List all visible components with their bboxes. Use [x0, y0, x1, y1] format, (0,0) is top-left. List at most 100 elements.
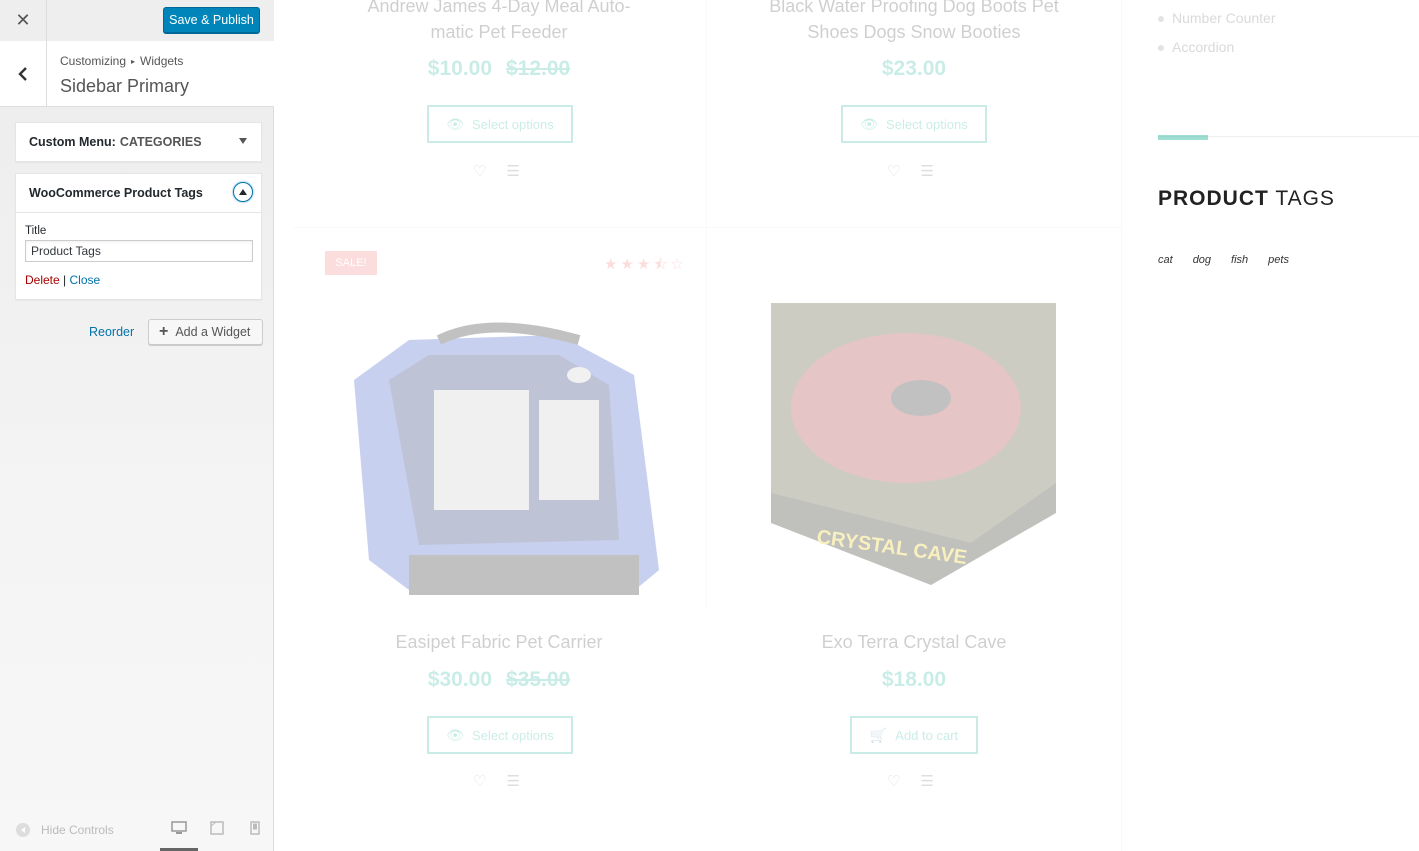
- chevron-left-icon: [18, 66, 27, 81]
- product-title-line: Shoes Dogs Snow Booties: [807, 22, 1021, 42]
- product-title[interactable]: Exo Terra Crystal Cave: [729, 629, 1099, 655]
- widget-name: WooCommerce Product Tags: [29, 186, 203, 200]
- heading-light: TAGS: [1275, 187, 1335, 210]
- sidebar-list-item[interactable]: Accordion: [1158, 39, 1276, 68]
- product-title-line: matic Pet Feeder: [430, 22, 568, 42]
- reorder-link[interactable]: Reorder: [89, 325, 134, 339]
- sale-badge: SALE!: [325, 251, 377, 275]
- customizer-footer: Hide Controls: [0, 808, 274, 851]
- tag-link[interactable]: pets: [1268, 254, 1289, 266]
- compare-icon[interactable]: ☰: [506, 162, 519, 180]
- grid-divider: [294, 227, 1121, 228]
- tag-link[interactable]: dog: [1193, 254, 1211, 266]
- pet-carrier-image[interactable]: [329, 320, 664, 605]
- delete-link[interactable]: Delete: [25, 273, 60, 287]
- compare-icon[interactable]: ☰: [920, 162, 933, 180]
- title-input[interactable]: Product Tags: [25, 240, 253, 262]
- select-options-button[interactable]: 👁 Select options: [841, 105, 987, 143]
- widget-actions: Delete | Close: [25, 273, 252, 287]
- price: $30.00: [427, 668, 492, 691]
- widget-custom-menu[interactable]: Custom Menu: CATEGORIES: [15, 122, 262, 162]
- product-title[interactable]: Easipet Fabric Pet Carrier: [314, 629, 684, 655]
- product-actions: ♡ ☰: [887, 162, 934, 180]
- price: $18.00: [881, 668, 947, 691]
- cart-icon: 🛒: [869, 726, 888, 743]
- actions-divider: |: [63, 273, 67, 287]
- wishlist-icon[interactable]: ♡: [473, 162, 486, 180]
- add-widget-button[interactable]: + Add a Widget: [148, 319, 263, 345]
- old-price: $12.00: [506, 57, 571, 80]
- button-label: Select options: [886, 116, 968, 132]
- grid-divider: [706, 0, 707, 610]
- widget-form: Title Product Tags Delete | Close: [16, 212, 261, 299]
- star-rating: ★★★⯪☆: [604, 256, 687, 273]
- widget-product-tags: WooCommerce Product Tags Title Product T…: [15, 173, 262, 300]
- eye-icon: 👁: [446, 726, 465, 743]
- save-publish-button[interactable]: Save & Publish: [163, 7, 260, 33]
- tag-link[interactable]: cat: [1158, 254, 1173, 266]
- add-widget-label: Add a Widget: [175, 325, 251, 339]
- heading-bold: PRODUCT: [1158, 187, 1269, 210]
- breadcrumb-separator-icon: ▸: [131, 57, 136, 66]
- product-tags-heading: PRODUCT TAGS: [1158, 187, 1335, 211]
- product-price: $30.00 $35.00: [314, 668, 684, 692]
- tablet-preview-icon[interactable]: [209, 820, 225, 836]
- compare-icon[interactable]: ☰: [920, 772, 933, 790]
- wishlist-icon[interactable]: ♡: [887, 162, 900, 180]
- product-price: $18.00: [729, 668, 1099, 692]
- customizer-panel: ✕ Save & Publish Customizing ▸ Widgets Sid…: [0, 0, 274, 851]
- breadcrumb: Customizing ▸ Widgets: [60, 54, 183, 68]
- select-options-button[interactable]: 👁 Select options: [427, 105, 573, 143]
- close-customizer-icon[interactable]: ✕: [0, 0, 47, 41]
- hide-controls-label: Hide Controls: [41, 823, 114, 837]
- grid-divider: [1121, 0, 1122, 851]
- wishlist-icon[interactable]: ♡: [473, 772, 486, 790]
- eye-icon: 👁: [860, 115, 879, 132]
- button-label: Add to cart: [895, 727, 959, 743]
- product-title-line: Andrew James 4-Day Meal Auto-: [367, 0, 631, 16]
- product-title-line: Black Water Proofing Dog Boots Pet: [769, 0, 1059, 16]
- customizer-header: ✕ Save & Publish: [0, 0, 274, 42]
- product-actions: ♡ ☰: [473, 772, 520, 790]
- title-field-label: Title: [25, 225, 47, 237]
- sidebar-list-item[interactable]: Number Counter: [1158, 10, 1276, 39]
- tag-link[interactable]: fish: [1231, 254, 1248, 266]
- product-title[interactable]: Andrew James 4-Day Meal Auto- matic Pet …: [314, 0, 684, 45]
- product-price: $10.00 $12.00: [314, 57, 684, 81]
- price: $23.00: [881, 57, 947, 80]
- close-link[interactable]: Close: [70, 273, 101, 287]
- site-preview: Andrew James 4-Day Meal Auto- matic Pet …: [274, 0, 1419, 851]
- plus-icon: +: [159, 323, 169, 340]
- button-label: Select options: [472, 727, 554, 743]
- add-to-cart-button[interactable]: 🛒 Add to cart: [850, 716, 978, 754]
- breadcrumb-child: Widgets: [140, 54, 184, 68]
- old-price: $35.00: [506, 668, 571, 691]
- collapse-icon: [16, 823, 30, 837]
- mobile-preview-icon[interactable]: [247, 820, 263, 836]
- price: $10.00: [427, 57, 492, 80]
- collapse-arrow-icon[interactable]: [233, 182, 253, 202]
- section-title: Sidebar Primary: [60, 76, 190, 96]
- crystal-cave-image[interactable]: CRYSTAL CAVE: [771, 303, 1056, 585]
- sidebar-accent-bar: [1158, 135, 1208, 140]
- breadcrumb-root: Customizing: [60, 54, 127, 68]
- desktop-preview-icon[interactable]: [171, 820, 187, 836]
- widget-subtitle: CATEGORIES: [119, 135, 202, 149]
- widget-name: Custom Menu:: [29, 135, 116, 149]
- product-title[interactable]: Black Water Proofing Dog Boots Pet Shoes…: [729, 0, 1099, 45]
- button-label: Select options: [472, 116, 554, 132]
- compare-icon[interactable]: ☰: [506, 772, 519, 790]
- wishlist-icon[interactable]: ♡: [887, 772, 900, 790]
- hide-controls-button[interactable]: Hide Controls: [16, 823, 114, 837]
- expand-arrow-icon[interactable]: [239, 138, 247, 144]
- widget-title[interactable]: Custom Menu: CATEGORIES: [16, 123, 261, 161]
- back-button[interactable]: [0, 41, 47, 106]
- product-price: $23.00: [729, 57, 1099, 81]
- product-actions: ♡ ☰: [473, 162, 520, 180]
- eye-icon: 👁: [446, 115, 465, 132]
- product-actions: ♡ ☰: [887, 772, 934, 790]
- widget-title[interactable]: WooCommerce Product Tags: [16, 174, 261, 212]
- tag-cloud: cat dog fish pets: [1158, 254, 1289, 266]
- sidebar-list: Number Counter Accordion: [1158, 10, 1276, 68]
- select-options-button[interactable]: 👁 Select options: [427, 716, 573, 754]
